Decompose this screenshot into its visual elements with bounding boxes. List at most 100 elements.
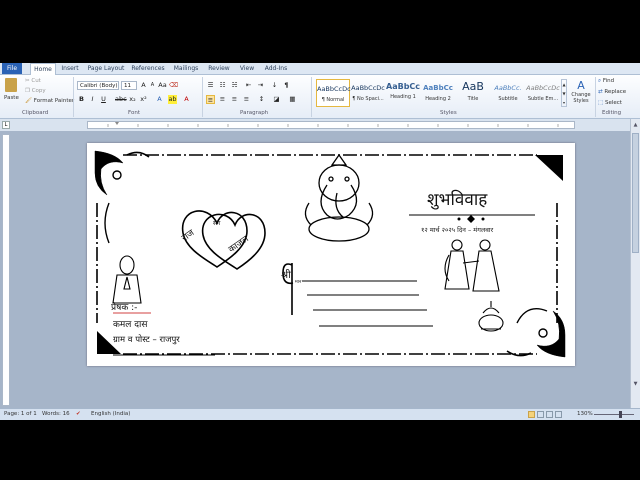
- print-layout-view-icon[interactable]: [528, 411, 535, 418]
- replace-label: Replace: [604, 89, 627, 95]
- text-effects-icon[interactable]: A: [155, 95, 164, 104]
- copy-label: Copy: [31, 88, 46, 94]
- proofing-icon[interactable]: ✔: [76, 409, 81, 420]
- cut-button[interactable]: ✂ Cut: [25, 78, 41, 84]
- find-label: Find: [602, 78, 615, 84]
- vertical-ruler[interactable]: [2, 134, 10, 406]
- page-count[interactable]: Page: 1 of 1: [4, 409, 37, 420]
- tab-review[interactable]: Review: [206, 63, 232, 74]
- multilevel-list-icon[interactable]: ☵: [230, 81, 239, 90]
- scrollbar-thumb[interactable]: [632, 133, 639, 253]
- borders-icon[interactable]: ▦: [288, 95, 297, 104]
- cut-label: Cut: [31, 78, 41, 84]
- shri-text[interactable]: श्री: [281, 267, 291, 281]
- zoom-slider-thumb[interactable]: [619, 411, 622, 418]
- editing-group-label: Editing: [602, 110, 622, 116]
- sort-icon[interactable]: ↓: [270, 81, 279, 90]
- horizontal-ruler[interactable]: [87, 121, 575, 129]
- format-painter-icon: 🖌: [25, 98, 32, 104]
- clear-formatting-icon[interactable]: ⌫: [169, 81, 178, 90]
- tab-home[interactable]: Home: [30, 63, 56, 75]
- select-button[interactable]: ⬚ Select: [598, 100, 622, 106]
- tab-mailings[interactable]: Mailings: [170, 63, 202, 74]
- font-group-label: Font: [128, 110, 140, 116]
- word-count[interactable]: Words: 16: [42, 409, 70, 420]
- outline-view-icon[interactable]: [555, 411, 562, 418]
- highlight-icon[interactable]: ab: [168, 95, 177, 104]
- line-spacing-icon[interactable]: ↕: [257, 95, 266, 104]
- vertical-scrollbar[interactable]: ▲ ▼: [630, 119, 640, 408]
- style-no-spacing[interactable]: AaBbCcDc ¶ No Spaci...: [351, 79, 385, 107]
- paste-button[interactable]: Paste: [4, 95, 19, 101]
- wedding-heading[interactable]: शुभविवाह: [427, 187, 487, 210]
- find-icon: ⌕: [598, 78, 602, 84]
- change-case-icon[interactable]: Aa: [158, 81, 167, 90]
- full-screen-view-icon[interactable]: [537, 411, 544, 418]
- sender-name[interactable]: कमल दास: [113, 317, 147, 330]
- tab-references[interactable]: References: [130, 63, 166, 74]
- scroll-down-icon[interactable]: ▼: [632, 381, 639, 388]
- style-normal[interactable]: AaBbCcDc ¶ Normal: [316, 79, 351, 107]
- justify-icon[interactable]: ≡: [242, 95, 251, 104]
- hearts-graphic: [181, 210, 266, 270]
- increase-indent-icon[interactable]: ⇥: [256, 81, 265, 90]
- decrease-indent-icon[interactable]: ⇤: [244, 81, 253, 90]
- format-painter-button[interactable]: 🖌 Format Painter: [25, 98, 74, 104]
- zoom-level[interactable]: 130%: [577, 409, 593, 420]
- style-subtle-emphasis[interactable]: AaBbCcDc Subtle Em...: [526, 79, 560, 107]
- language-indicator[interactable]: English (India): [91, 409, 130, 420]
- style-name: Title: [467, 96, 479, 102]
- change-styles-button[interactable]: A Change Styles: [570, 79, 592, 109]
- underline-button[interactable]: U: [99, 95, 108, 104]
- tab-file[interactable]: File: [2, 63, 22, 74]
- wedding-date[interactable]: १२ मार्च २०२५ दिन – मंगलवार: [421, 225, 493, 234]
- numbering-icon[interactable]: ☷: [218, 81, 227, 90]
- copy-button[interactable]: ❐ Copy: [25, 88, 46, 94]
- subscript-button[interactable]: x₂: [128, 95, 137, 104]
- style-name: Heading 2: [425, 96, 451, 102]
- style-name: Heading 1: [390, 94, 416, 100]
- shrink-font-icon[interactable]: A: [148, 81, 157, 90]
- styles-scroll[interactable]: ▲ ▼ ▾: [561, 79, 567, 107]
- show-formatting-icon[interactable]: ¶: [282, 81, 291, 90]
- style-name: ¶ No Spaci...: [352, 96, 384, 102]
- tab-add-ins[interactable]: Add-Ins: [262, 63, 290, 74]
- select-label: Select: [604, 100, 622, 106]
- heart-text-middle[interactable]: संग: [213, 219, 220, 227]
- sender-address[interactable]: ग्राम व पोस्ट – राजपुर: [113, 334, 180, 345]
- align-left-icon[interactable]: ≡: [206, 95, 215, 104]
- tab-page-layout[interactable]: Page Layout: [86, 63, 126, 74]
- grow-font-icon[interactable]: A: [139, 81, 148, 90]
- bold-button[interactable]: B: [77, 95, 86, 104]
- tab-selector-icon[interactable]: L: [2, 121, 10, 129]
- ribbon-tab-bar: File Home Insert Page Layout References …: [0, 63, 640, 75]
- paste-icon[interactable]: [5, 78, 17, 92]
- strikethrough-button[interactable]: abc: [115, 95, 127, 104]
- style-preview: AaBbCc: [423, 84, 453, 92]
- style-name: Subtle Em...: [527, 96, 559, 102]
- shri-suffix[interactable]: मान: [295, 279, 301, 285]
- align-center-icon[interactable]: ≡: [218, 95, 227, 104]
- find-button[interactable]: ⌕ Find: [598, 78, 614, 85]
- bullets-icon[interactable]: ☰: [206, 81, 215, 90]
- italic-button[interactable]: I: [88, 95, 97, 104]
- style-heading-2[interactable]: AaBbCc Heading 2: [421, 79, 455, 107]
- align-right-icon[interactable]: ≡: [230, 95, 239, 104]
- style-heading-1[interactable]: AaBbCc Heading 1: [386, 79, 420, 107]
- replace-button[interactable]: ⇄ Replace: [598, 89, 626, 95]
- font-name-combo[interactable]: Calibri (Body): [77, 81, 119, 90]
- font-color-icon[interactable]: A: [182, 95, 191, 104]
- style-title[interactable]: AaB Title: [456, 79, 490, 107]
- style-subtitle[interactable]: AaBbCc. Subtitle: [491, 79, 525, 107]
- sender-label[interactable]: प्रेषक :-: [111, 300, 137, 313]
- shading-icon[interactable]: ◪: [272, 95, 281, 104]
- web-layout-view-icon[interactable]: [546, 411, 553, 418]
- tab-insert[interactable]: Insert: [58, 63, 82, 74]
- scroll-up-icon[interactable]: ▲: [632, 122, 639, 129]
- zoom-slider[interactable]: [594, 414, 634, 415]
- font-size-combo[interactable]: 11: [121, 81, 137, 90]
- superscript-button[interactable]: x²: [139, 95, 148, 104]
- style-name: Subtitle: [498, 96, 518, 102]
- document-page[interactable]: राज संग काजल शुभविवाह १२ मार्च २०२५ दिन …: [87, 143, 575, 366]
- tab-view[interactable]: View: [236, 63, 258, 74]
